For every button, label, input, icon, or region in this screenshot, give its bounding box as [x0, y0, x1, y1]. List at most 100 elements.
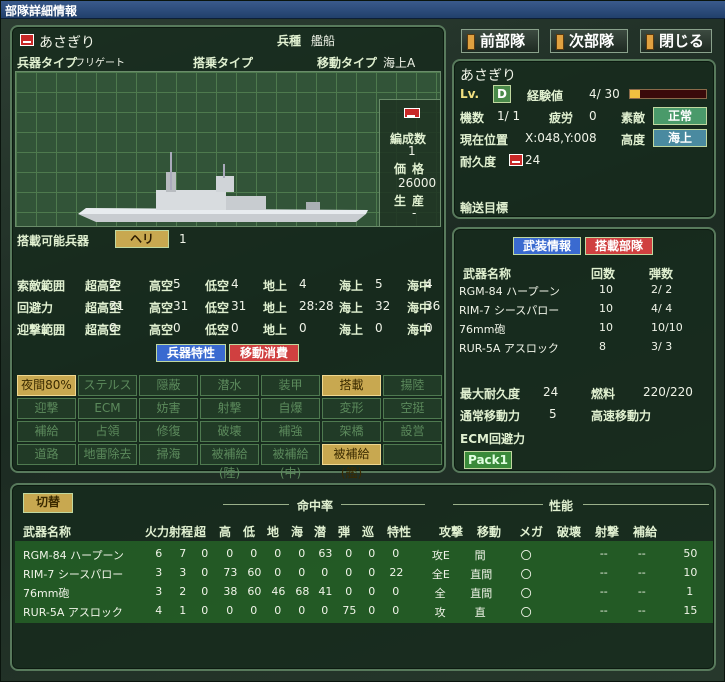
weapon-row-cell: RUR-5A アスロック [23, 606, 123, 619]
weapon-row-cell: 0 [345, 566, 353, 579]
equip-row-count: 10 [599, 302, 613, 315]
category-label: 兵種 [277, 34, 302, 48]
durability-label: 耐久度 [460, 155, 497, 169]
tab-move-cost[interactable]: 移動消費 [229, 344, 299, 362]
durability-icon [509, 154, 523, 166]
skill-cell: 道路 [17, 444, 76, 465]
weapon-row-cell: 0 [368, 547, 376, 560]
skill-cell: 設営 [383, 421, 442, 442]
skill-cell: 夜間80% [17, 375, 76, 396]
price-value: 26000 [398, 176, 437, 190]
skill-cell: 破壊 [200, 421, 259, 442]
weapon-row-cell: -- [637, 547, 646, 560]
equip-row-name: 76mm砲 [459, 323, 506, 336]
weapon-row-cell: 63 [318, 547, 333, 560]
production-value: - [412, 206, 417, 220]
range-cell: 4 [299, 277, 307, 291]
skill-cell: 自爆 [261, 398, 320, 419]
weapon-row-cell: 0 [274, 566, 282, 579]
skill-cell: 迎撃 [17, 398, 76, 419]
unit-detail-window: 部隊詳細情報 前部隊 次部隊 閉じる あさぎり 兵種 艦船 兵器タイプ フリゲー… [0, 0, 725, 682]
weapon-row-cell: 0 [392, 604, 400, 617]
exp-bar [629, 89, 707, 99]
unit-name: あさぎり [39, 35, 95, 51]
weapon-row-cell: 〇 [520, 587, 532, 600]
weapon-row-cell: -- [599, 566, 608, 579]
skill-cell: 隠蔽 [139, 375, 198, 396]
equip-row-count: 8 [599, 340, 606, 353]
range-cell: 0 [231, 321, 239, 335]
weapon-row-cell: 60 [247, 585, 262, 598]
tab-traits[interactable]: 兵器特性 [156, 344, 226, 362]
weapons-header-cell: 巡 [362, 525, 375, 539]
range-cell: 0 [299, 321, 307, 335]
skill-cell: 被補給(陸) [200, 444, 259, 480]
next-unit-button[interactable]: 次部隊 [550, 29, 628, 53]
range-cell: 31 [109, 299, 125, 313]
range-cell: 4 [231, 277, 239, 291]
equip-header-name: 武器名称 [463, 267, 512, 281]
accuracy-line-right [341, 504, 425, 505]
equip-header-ammo: 弾数 [649, 267, 674, 281]
weapon-row-cell: 4 [155, 604, 163, 617]
range-cell: 地上 [263, 301, 288, 315]
weapon-row-cell: 0 [250, 547, 258, 560]
weapons-header-cell: 潜 [314, 525, 327, 539]
skill-cell: 空挺 [383, 398, 442, 419]
weapon-row-cell: 〇 [520, 606, 532, 619]
weapon-row-cell: 0 [274, 547, 282, 560]
range-cell: 地上 [263, 279, 288, 293]
carry-value: 1 [179, 232, 187, 246]
morale-label: 素敵 [621, 111, 646, 125]
tab-weapons[interactable]: 武装情報 [513, 237, 581, 255]
weapon-row-cell: 0 [345, 585, 353, 598]
carry-heli-badge: ヘリ [115, 230, 169, 248]
weapon-row-cell: 0 [368, 566, 376, 579]
range-cell: 36 [425, 299, 441, 313]
category-value: 艦船 [311, 34, 336, 48]
weapon-row-cell: 76mm砲 [23, 587, 70, 600]
weapon-type-label: 兵器タイプ [17, 56, 78, 70]
range-row-label: 迎撃範囲 [17, 323, 66, 337]
carrier-type-label: 搭乗タイプ [193, 56, 254, 70]
weapon-row-cell: 0 [321, 604, 329, 617]
weapon-row-cell: 46 [271, 585, 286, 598]
equip-row-name: RGM-84 ハープーン [459, 285, 560, 298]
skill-cell: 搭載 [322, 375, 381, 396]
skill-cell: 架橋 [322, 421, 381, 442]
pack-button[interactable]: Pack1 [464, 451, 512, 469]
weapon-row-cell: 0 [345, 547, 353, 560]
weapon-row-cell: 0 [226, 604, 234, 617]
range-cell: 0 [375, 321, 383, 335]
weapon-row-cell: 直間 [470, 568, 493, 581]
tab-carrier[interactable]: 搭載部隊 [585, 237, 653, 255]
switch-button[interactable]: 切替 [23, 493, 73, 513]
close-button[interactable]: 閉じる [640, 29, 712, 53]
weapon-row-cell: 0 [201, 566, 209, 579]
weapon-type-value: フリゲート [75, 58, 125, 69]
range-cell: 2 [109, 277, 117, 291]
accuracy-label: 命中率 [297, 499, 334, 513]
weapon-row-cell: RIM-7 シースパロー [23, 568, 124, 581]
pos-label: 現在位置 [460, 133, 509, 147]
move-type-label: 移動タイプ [317, 56, 378, 70]
max-dur-value: 24 [543, 385, 559, 399]
perf-line-right [583, 504, 709, 505]
skill-cell: 揚陸 [383, 375, 442, 396]
prev-unit-button[interactable]: 前部隊 [461, 29, 539, 53]
alt-label: 高度 [621, 133, 646, 147]
performance-label: 性能 [549, 499, 574, 513]
weapon-row-cell: -- [599, 585, 608, 598]
weapon-row-cell: 0 [298, 566, 306, 579]
weapons-header-cell: 地 [267, 525, 280, 539]
weapon-row-cell: 〇 [520, 568, 532, 581]
accuracy-line-left [223, 504, 289, 505]
weapon-row-cell: -- [637, 585, 646, 598]
weapon-row-cell: 3 [179, 566, 187, 579]
range-cell: 低空 [205, 301, 230, 315]
skill-cell: 潜水 [200, 375, 259, 396]
skill-cell: 地雷除去 [78, 444, 137, 465]
weapon-row-cell: 38 [223, 585, 238, 598]
count-label: 機数 [460, 111, 485, 125]
equip-row-ammo: 3/ 3 [651, 340, 673, 353]
